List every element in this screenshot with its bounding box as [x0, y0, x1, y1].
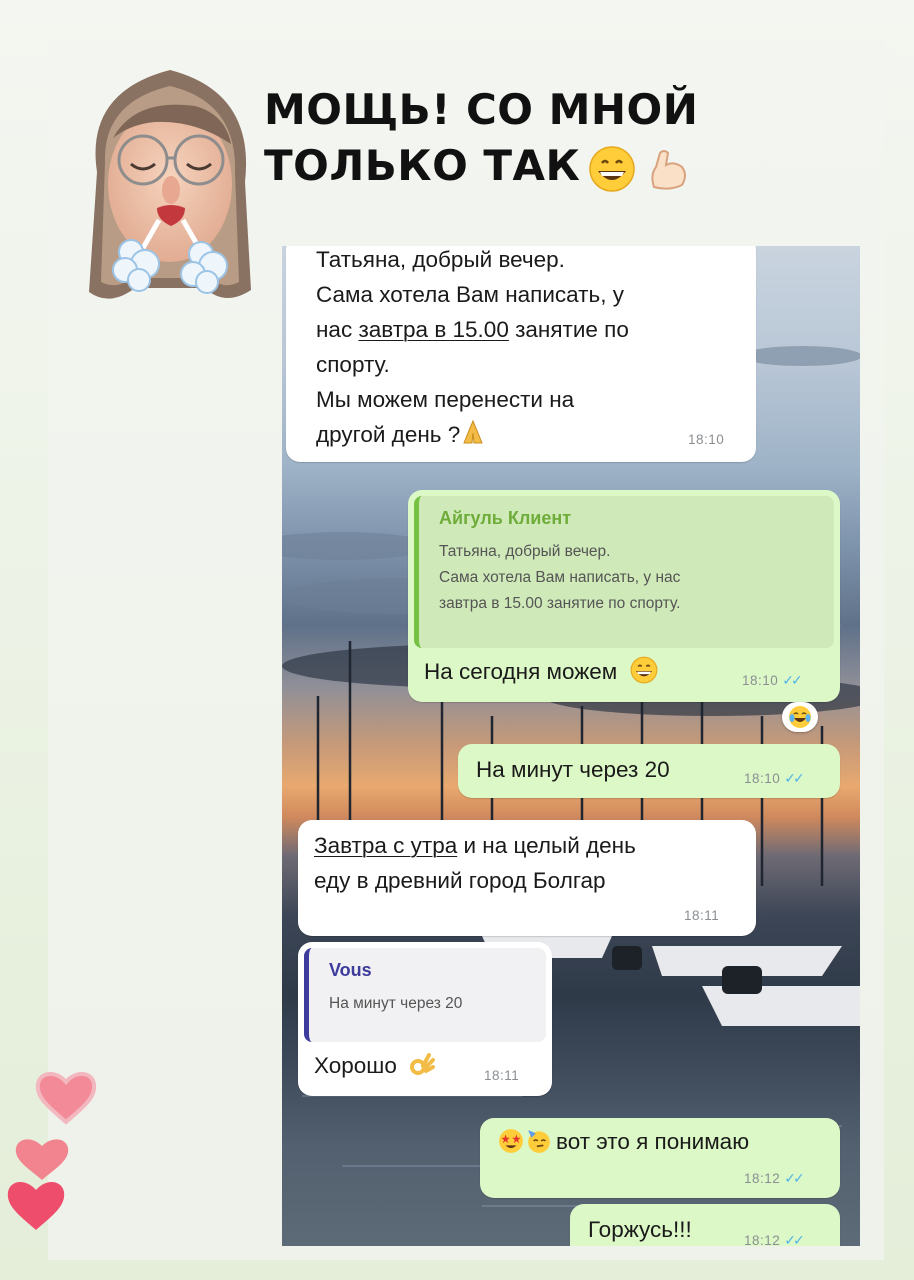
message-6-time: 18:12 ✓✓ [744, 1170, 805, 1186]
heart-icon [7, 1181, 65, 1230]
quote-text: Татьяна, добрый вечер. Сама хотела Вам н… [439, 543, 681, 612]
quoted-message[interactable]: Vous На минут через 20 [304, 948, 546, 1042]
message-4-time: 18:11 [684, 908, 720, 923]
message-1-line: другой день ? [316, 417, 746, 452]
message-7-time: 18:12 ✓✓ [744, 1232, 805, 1246]
message-2-text: На сегодня можем [424, 654, 658, 689]
message-3-time: 18:10 ✓✓ [744, 770, 805, 786]
outgoing-message-2[interactable]: Айгуль Клиент Татьяна, добрый вечер. Сам… [408, 490, 840, 702]
message-1-line: Мы можем перенести на [316, 387, 575, 412]
message-4-text: Завтра с утра и на целый день еду в древ… [314, 833, 636, 893]
double-check-icon: ✓✓ [784, 770, 805, 786]
star-struck-icon [499, 1129, 523, 1153]
outgoing-message-3[interactable]: На минут через 20 18:10 ✓✓ [458, 744, 840, 798]
outgoing-message-6[interactable]: вот это я понимаю 18:12 ✓✓ [480, 1118, 840, 1198]
message-2-time: 18:10 ✓✓ [742, 672, 803, 688]
quote-author: Айгуль Клиент [439, 508, 572, 528]
chat-screenshot: Татьяна, добрый вечер. Сама хотела Вам н… [282, 246, 860, 1246]
message-1-line: Сама хотела Вам написать, у [316, 282, 624, 307]
headline: МОЩЬ! СО МНОЙ ТОЛЬКО ТАК [264, 82, 714, 194]
incoming-message-5[interactable]: Vous На минут через 20 Хорошо 18:11 [298, 942, 552, 1096]
quote-text: На минут через 20 [329, 995, 463, 1012]
outgoing-message-7[interactable]: Горжусь!!! 18:12 ✓✓ [570, 1204, 840, 1246]
ok-hand-icon [410, 1053, 436, 1075]
flexed-biceps-icon [651, 149, 687, 190]
grinning-face-icon [630, 656, 657, 684]
partying-face-icon [528, 1130, 550, 1153]
message-6-text: вот это я понимаю [498, 1124, 749, 1159]
date-link[interactable]: Завтра с утра [314, 833, 457, 858]
headline-line-2: ТОЛЬКО ТАК [264, 138, 714, 194]
incoming-message-4[interactable]: Завтра с утра и на целый день еду в древ… [298, 820, 756, 936]
folded-hands-icon [463, 419, 483, 444]
tears-of-joy-icon [789, 706, 811, 728]
double-check-icon: ✓✓ [782, 672, 803, 688]
hearts-decoration [7, 1072, 97, 1230]
grinning-face-icon [589, 145, 636, 192]
headline-line-2-text: ТОЛЬКО ТАК [264, 141, 581, 190]
message-1-text: Татьяна, добрый вечер. Сама хотела Вам н… [316, 246, 746, 452]
heart-icon [35, 1072, 97, 1125]
message-3-text: На минут через 20 [476, 757, 670, 782]
quote-author: Vous [329, 960, 372, 980]
message-1-time: 18:10 [688, 432, 725, 447]
date-link[interactable]: завтра в 15.00 [358, 317, 508, 342]
double-check-icon: ✓✓ [784, 1170, 805, 1186]
heart-icon [15, 1139, 69, 1180]
memoji-glasses-icon [89, 70, 251, 299]
double-check-icon: ✓✓ [784, 1232, 805, 1246]
message-1-line: нас завтра в 15.00 занятие по [316, 317, 629, 342]
message-5-time: 18:11 [484, 1068, 520, 1083]
message-7-text: Горжусь!!! [588, 1217, 692, 1242]
headline-line-1: МОЩЬ! СО МНОЙ [264, 85, 699, 134]
message-1-line: спорту. [316, 352, 390, 377]
incoming-message-1[interactable]: Татьяна, добрый вечер. Сама хотела Вам н… [286, 246, 756, 462]
message-1-line: Татьяна, добрый вечер. [316, 247, 565, 272]
quoted-message[interactable]: Айгуль Клиент Татьяна, добрый вечер. Сам… [414, 496, 834, 648]
message-5-text: Хорошо [314, 1048, 436, 1083]
reaction-badge[interactable] [782, 702, 818, 732]
